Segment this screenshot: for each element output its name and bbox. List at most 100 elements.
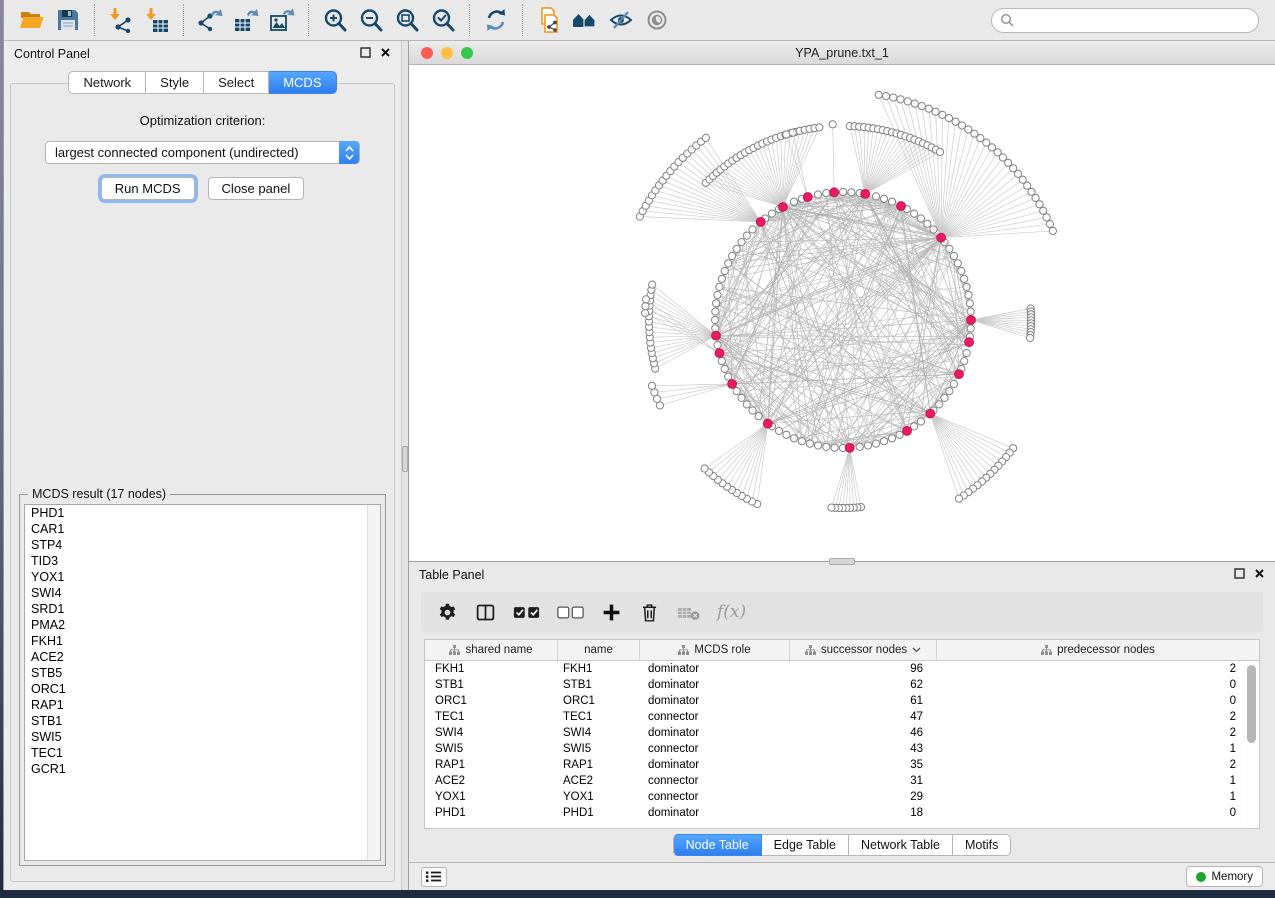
network-node[interactable] xyxy=(790,198,797,205)
network-node[interactable] xyxy=(814,191,821,198)
satellite-node[interactable] xyxy=(829,121,836,128)
tab-motifs[interactable]: Motifs xyxy=(953,834,1011,856)
float-panel-icon[interactable] xyxy=(1234,566,1245,584)
table-row[interactable]: YOX1YOX1connector291 xyxy=(425,789,1259,805)
network-node[interactable] xyxy=(790,435,797,442)
open-file-icon[interactable] xyxy=(17,5,47,35)
zoom-fit-icon[interactable] xyxy=(392,5,422,35)
satellite-node[interactable] xyxy=(828,504,835,511)
mcds-result-item[interactable]: RAP1 xyxy=(25,697,380,713)
mcds-result-item[interactable]: ORC1 xyxy=(25,681,380,697)
dominator-node[interactable] xyxy=(712,331,721,340)
dominator-node[interactable] xyxy=(830,188,839,197)
network-node[interactable] xyxy=(749,226,756,233)
satellite-node[interactable] xyxy=(643,296,650,303)
satellite-node[interactable] xyxy=(1036,201,1043,208)
control-tab-network[interactable]: Network xyxy=(68,71,146,94)
mcds-result-item[interactable]: SWI4 xyxy=(25,585,380,601)
run-mcds-button[interactable]: Run MCDS xyxy=(101,177,195,200)
satellite-node[interactable] xyxy=(1046,221,1053,228)
network-node[interactable] xyxy=(950,252,957,259)
mcds-result-item[interactable]: CAR1 xyxy=(25,521,380,537)
satellite-node[interactable] xyxy=(936,148,943,155)
column-header-MCDS-role[interactable]: MCDS role xyxy=(640,640,790,660)
import-network-icon[interactable] xyxy=(106,5,136,35)
mcds-result-item[interactable]: FKH1 xyxy=(25,633,380,649)
table-row[interactable]: SWI4SWI4dominator462 xyxy=(425,725,1259,741)
mcds-result-item[interactable]: STP4 xyxy=(25,537,380,553)
mcds-result-item[interactable]: GCR1 xyxy=(25,761,380,777)
horizontal-splitter-handle[interactable] xyxy=(829,558,855,565)
network-node[interactable] xyxy=(911,423,918,430)
network-node[interactable] xyxy=(911,210,918,217)
control-tab-select[interactable]: Select xyxy=(204,71,269,94)
network-node[interactable] xyxy=(917,215,924,222)
table-row[interactable]: PHD1PHD1dominator180 xyxy=(425,805,1259,821)
satellite-node[interactable] xyxy=(816,124,823,131)
network-node[interactable] xyxy=(798,438,805,445)
satellite-node[interactable] xyxy=(882,93,889,100)
network-node[interactable] xyxy=(946,245,953,252)
satellite-node[interactable] xyxy=(932,108,939,115)
tab-edge-table[interactable]: Edge Table xyxy=(762,834,849,856)
dominator-node[interactable] xyxy=(763,419,772,428)
import-table-icon[interactable] xyxy=(142,5,172,35)
satellite-node[interactable] xyxy=(945,115,952,122)
tab-node-table[interactable]: Node Table xyxy=(673,834,762,856)
network-node[interactable] xyxy=(967,308,974,315)
export-image-icon[interactable] xyxy=(267,5,297,35)
satellite-node[interactable] xyxy=(642,303,649,310)
network-node[interactable] xyxy=(716,283,723,290)
dominator-node[interactable] xyxy=(845,443,854,452)
table-row[interactable]: TEC1TEC1connector472 xyxy=(425,709,1259,725)
network-node[interactable] xyxy=(775,427,782,434)
close-panel-icon[interactable] xyxy=(380,45,391,63)
refresh-layout-icon[interactable] xyxy=(481,5,511,35)
column-header-name[interactable]: name xyxy=(558,640,640,660)
network-node[interactable] xyxy=(881,195,888,202)
mcds-result-item[interactable]: PMA2 xyxy=(25,617,380,633)
network-node[interactable] xyxy=(718,275,725,282)
satellite-node[interactable] xyxy=(702,134,709,141)
column-header-predecessor-nodes[interactable]: predecessor nodes xyxy=(937,640,1259,660)
network-node[interactable] xyxy=(954,260,961,267)
satellite-node[interactable] xyxy=(875,91,882,98)
network-node[interactable] xyxy=(888,198,895,205)
satellite-node[interactable] xyxy=(648,382,655,389)
control-tab-style[interactable]: Style xyxy=(146,71,204,94)
mcds-result-item[interactable]: TID3 xyxy=(25,553,380,569)
mcds-result-item[interactable]: YOX1 xyxy=(25,569,380,585)
network-node[interactable] xyxy=(714,341,721,348)
network-node[interactable] xyxy=(712,308,719,315)
export-network-icon[interactable] xyxy=(195,5,225,35)
mcds-list-scrollbar[interactable] xyxy=(367,505,380,860)
memory-button[interactable]: Memory xyxy=(1186,866,1263,887)
network-node[interactable] xyxy=(941,394,948,401)
show-all-icon[interactable] xyxy=(642,5,672,35)
network-window-titlebar[interactable]: YPA_prune.txt_1 xyxy=(409,41,1275,65)
export-table-icon[interactable] xyxy=(231,5,261,35)
network-node[interactable] xyxy=(873,440,880,447)
satellite-node[interactable] xyxy=(789,129,796,136)
network-node[interactable] xyxy=(936,401,943,408)
satellite-node[interactable] xyxy=(911,100,918,107)
save-session-icon[interactable] xyxy=(53,5,83,35)
satellite-node[interactable] xyxy=(955,495,962,502)
satellite-node[interactable] xyxy=(897,96,904,103)
network-node[interactable] xyxy=(725,373,732,380)
zoom-in-icon[interactable] xyxy=(320,5,350,35)
network-node[interactable] xyxy=(713,300,720,307)
splitter-handle[interactable] xyxy=(402,446,408,472)
network-node[interactable] xyxy=(917,418,924,425)
table-row[interactable]: ORC1ORC1dominator610 xyxy=(425,693,1259,709)
search-input[interactable] xyxy=(991,8,1259,33)
network-node[interactable] xyxy=(814,442,821,449)
network-node[interactable] xyxy=(738,394,745,401)
satellite-node[interactable] xyxy=(642,310,649,317)
network-node[interactable] xyxy=(856,443,863,450)
dominator-node[interactable] xyxy=(728,380,737,389)
network-node[interactable] xyxy=(961,358,968,365)
network-node[interactable] xyxy=(930,226,937,233)
table-scrollbar-thumb[interactable] xyxy=(1247,665,1256,743)
hide-selected-icon[interactable] xyxy=(606,5,636,35)
